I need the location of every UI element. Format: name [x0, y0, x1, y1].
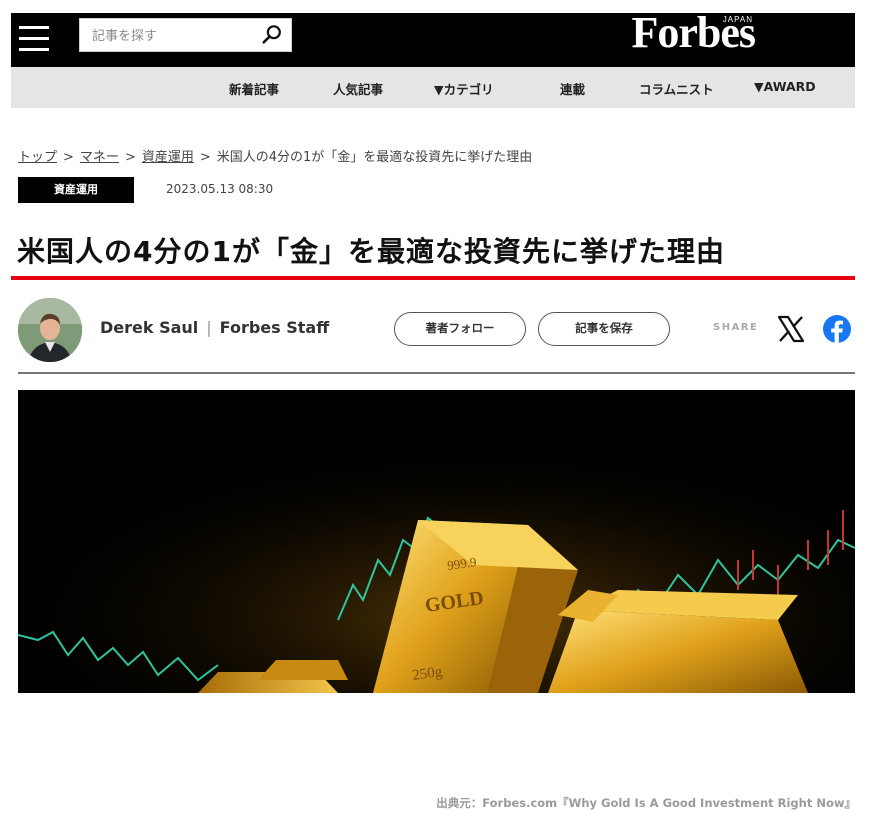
breadcrumb-top[interactable]: トップ — [18, 150, 57, 165]
breadcrumb: トップ > マネー > 資産運用 > 米国人の4分の1が「金」を最適な投資先に挙げた理由 — [18, 146, 532, 165]
breadcrumb-separator: > — [63, 150, 74, 165]
author-info: Derek Saul | Forbes Staff — [100, 318, 329, 337]
nav-item-award[interactable]: ▼AWARD — [754, 79, 816, 94]
nav-item-popular[interactable]: 人気記事 — [333, 79, 383, 98]
author-role: Forbes Staff — [219, 318, 330, 337]
breadcrumb-separator: > — [124, 150, 136, 165]
x-twitter-icon[interactable] — [776, 314, 806, 344]
follow-author-button[interactable]: 著者フォロー — [394, 312, 526, 346]
breadcrumb-money[interactable]: マネー — [80, 150, 119, 165]
menu-icon[interactable] — [19, 26, 49, 52]
nav-item-category[interactable]: ▼カテゴリ — [434, 79, 494, 98]
nav-item-columnist[interactable]: コラムニスト — [639, 79, 714, 98]
share-label: SHARE — [713, 322, 759, 333]
author-name[interactable]: Derek Saul — [100, 318, 198, 337]
search-box[interactable] — [79, 18, 292, 52]
save-article-button[interactable]: 記事を保存 — [538, 312, 670, 346]
source-credit: 出典元：Forbes.com『Why Gold Is A Good Invest… — [436, 796, 856, 810]
facebook-icon[interactable] — [822, 314, 852, 344]
top-header: Forbes JAPAN — [11, 11, 855, 67]
hero-image: 999.9 GOLD 250g — [18, 390, 855, 693]
search-input[interactable] — [90, 25, 254, 47]
author-avatar[interactable] — [18, 298, 82, 362]
nav-item-series[interactable]: 連載 — [560, 79, 585, 98]
breadcrumb-asset[interactable]: 資産運用 — [142, 150, 194, 165]
avatar-photo — [18, 298, 82, 362]
gold-bars-illustration: 999.9 GOLD 250g — [18, 390, 855, 693]
main-nav: 新着記事 人気記事 ▼カテゴリ 連載 コラムニスト ▼AWARD — [11, 67, 855, 108]
publish-date: 2023.05.13 08:30 — [166, 182, 274, 196]
logo-subtitle: JAPAN — [722, 15, 753, 24]
nav-item-new[interactable]: 新着記事 — [229, 79, 279, 98]
article-title: 米国人の4分の1が「金」を最適な投資先に挙げた理由 — [17, 235, 725, 268]
title-underline — [11, 276, 855, 280]
breadcrumb-separator: > — [199, 150, 211, 165]
category-tag[interactable]: 資産運用 — [18, 177, 134, 203]
author-divider-line — [18, 372, 855, 374]
right-gold-bars — [548, 610, 808, 693]
search-icon[interactable] — [261, 24, 283, 46]
breadcrumb-current: 米国人の4分の1が「金」を最適な投資先に挙げた理由 — [216, 150, 533, 165]
author-divider: | — [206, 318, 212, 337]
